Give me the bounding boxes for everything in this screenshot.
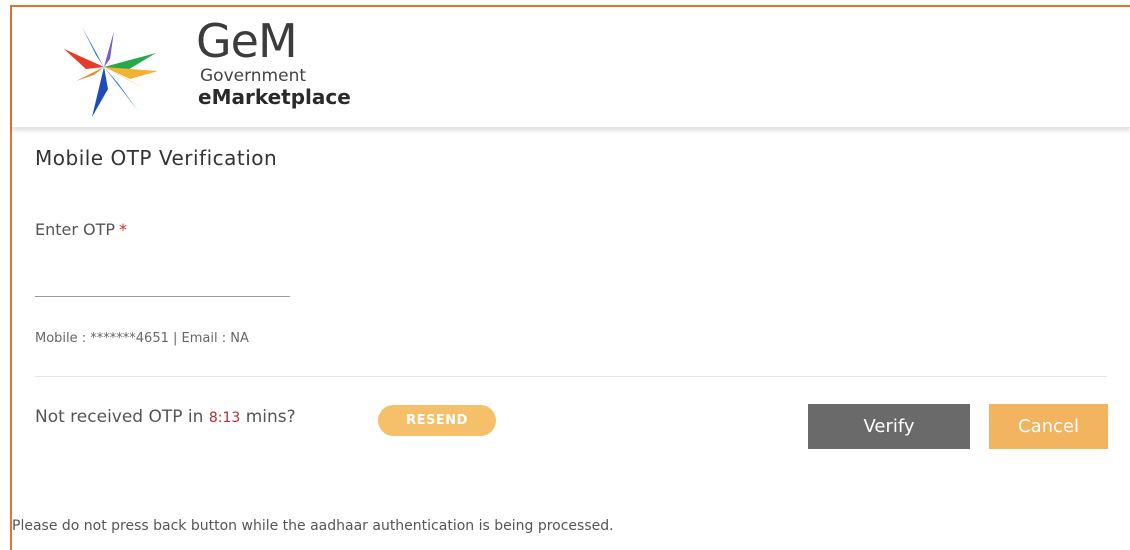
- logo-text: GeM Government eMarketplace: [196, 15, 351, 109]
- gem-logo[interactable]: GeM Government eMarketplace: [46, 15, 376, 120]
- otp-timer: 8:13: [208, 410, 241, 426]
- otp-label: Enter OTP *: [35, 220, 127, 239]
- resend-suffix: mins?: [245, 407, 296, 427]
- page-title: Mobile OTP Verification: [35, 146, 278, 170]
- logo-line-government: Government: [200, 66, 307, 86]
- resend-prefix: Not received OTP in: [35, 407, 204, 427]
- resend-button[interactable]: RESEND: [378, 405, 496, 436]
- verify-button[interactable]: Verify: [808, 404, 970, 449]
- logo-brand: GeM: [196, 14, 298, 68]
- cancel-button[interactable]: Cancel: [989, 404, 1108, 449]
- otp-input[interactable]: [35, 262, 290, 297]
- required-marker: *: [119, 220, 128, 239]
- header: GeM Government eMarketplace: [12, 7, 1130, 128]
- contact-info: Mobile : *******4651 | Email : NA: [35, 331, 249, 346]
- gem-star-logo-icon: [64, 27, 158, 117]
- divider: [35, 376, 1107, 377]
- processing-notice: Please do not press back button while th…: [12, 518, 614, 534]
- otp-label-text: Enter OTP: [35, 220, 116, 239]
- resend-message: Not received OTP in 8:13 mins?: [35, 407, 296, 427]
- logo-line-emarketplace: eMarketplace: [198, 85, 351, 109]
